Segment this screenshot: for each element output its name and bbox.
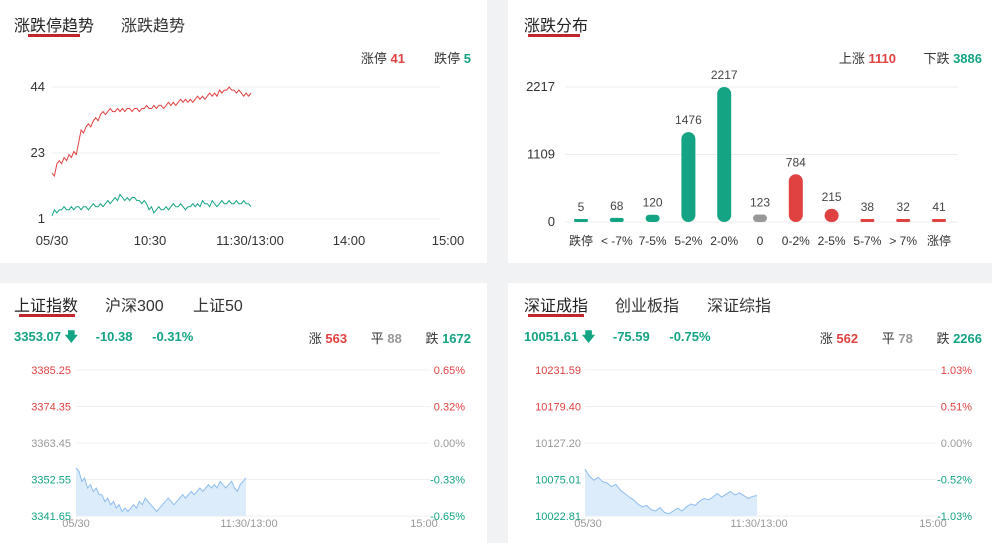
bar (645, 214, 660, 222)
bar (717, 87, 732, 222)
y-tick-label: 44 (31, 79, 45, 94)
left-tick-label: 10075.01 (535, 475, 581, 487)
right-tick-label: 0.00% (941, 438, 972, 450)
right-tick-label: 0.51% (941, 402, 972, 414)
left-tick-label: 10231.59 (535, 365, 581, 377)
bar (681, 132, 696, 222)
bar (932, 219, 946, 222)
category-label: < -7% (601, 234, 633, 248)
bar (824, 208, 839, 222)
left-tick-label: 3363.45 (31, 438, 71, 450)
bar (860, 219, 875, 222)
right-tick-label: -0.52% (937, 475, 972, 487)
bar-value-label: 32 (897, 200, 911, 214)
bar (788, 174, 803, 222)
category-label: 5-7% (853, 234, 881, 248)
bar-value-label: 41 (932, 200, 946, 214)
x-tick-label: 14:00 (333, 233, 366, 248)
category-label: 5-2% (674, 234, 702, 248)
limit-trend-chart: 44 23 1 05/30 10:30 11:30/13:00 14:00 15:00 (31, 79, 465, 248)
price-area (76, 467, 246, 516)
sh-index-chart: 3385.25 0.65% 3374.35 0.32% 3363.45 0.00% 3352… (31, 365, 465, 530)
category-label: 0 (757, 234, 764, 248)
bar-value-label: 120 (643, 196, 663, 210)
bar-value-label: 68 (610, 199, 624, 213)
x-tick-label: 05/30 (36, 233, 69, 248)
right-tick-label: -0.33% (430, 475, 465, 487)
right-tick-label: 0.32% (434, 402, 465, 414)
x-tick-label: 15:00 (919, 518, 947, 530)
left-tick-label: 10127.20 (535, 438, 581, 450)
bar-value-label: 38 (861, 200, 875, 214)
category-label: 0-2% (782, 234, 810, 248)
category-label: 2-0% (710, 234, 738, 248)
x-tick-label: 05/30 (574, 518, 602, 530)
category-label: 涨停 (927, 233, 951, 248)
bar-value-label: 784 (786, 155, 806, 169)
right-tick-label: 0.00% (434, 438, 465, 450)
left-tick-label: 3352.55 (31, 475, 71, 487)
x-tick-label: 11:30/13:00 (730, 518, 787, 530)
distribution-chart: 2217 1109 0 5 跌停 68 < -7% 120 7-5% 1476 5-2% 2217 2-… (526, 68, 958, 248)
sz-index-chart: 10231.59 1.03% 10179.40 0.51% 10127.20 0.00% 1… (535, 365, 972, 530)
x-tick-label: 15:00 (410, 518, 438, 530)
right-tick-label: 1.03% (941, 365, 972, 377)
y-tick-label: 2217 (526, 79, 555, 94)
x-tick-label: 10:30 (134, 233, 167, 248)
bar-value-label: 123 (750, 196, 770, 210)
limit-up-line (51, 86, 252, 178)
x-tick-label: 15:00 (432, 233, 465, 248)
bar (609, 217, 624, 222)
y-tick-label: 23 (31, 145, 45, 160)
bar-value-label: 5 (578, 200, 585, 214)
category-label: 跌停 (569, 233, 593, 248)
right-tick-label: 0.65% (434, 365, 465, 377)
bar-value-label: 1476 (675, 113, 702, 127)
left-tick-label: 3385.25 (31, 365, 71, 377)
y-tick-label: 1 (38, 211, 45, 226)
x-tick-label: 11:30/13:00 (220, 518, 277, 530)
left-tick-label: 3374.35 (31, 402, 71, 414)
bar (574, 219, 588, 222)
bar-value-label: 2217 (711, 68, 738, 82)
x-tick-label: 11:30/13:00 (216, 233, 284, 248)
limit-trend-panel: 涨跌停趋势 涨跌趋势 涨停 41 跌停 5 44 23 1 05/30 10:30 11:… (0, 0, 487, 263)
bar (896, 219, 911, 222)
category-label: > 7% (889, 234, 917, 248)
sh-index-panel: 上证指数 沪深300 上证50 3353.07 🡇 -10.38 -0.31% … (0, 283, 487, 543)
category-label: 7-5% (639, 234, 667, 248)
left-tick-label: 10179.40 (535, 402, 581, 414)
limit-down-line (51, 193, 252, 217)
y-tick-label: 0 (548, 214, 555, 229)
x-tick-label: 05/30 (62, 518, 90, 530)
distribution-panel: 涨跌分布 上涨 1110 下跌 3886 2217 1109 0 5 跌停 68 < -7%… (508, 0, 992, 263)
category-label: 2-5% (818, 234, 846, 248)
sz-index-panel: 深证成指 创业板指 深证综指 10051.61 🡇 -75.59 -0.75% … (508, 283, 992, 543)
y-tick-label: 1109 (527, 147, 555, 162)
bar (753, 214, 767, 222)
bar-value-label: 215 (822, 190, 842, 204)
